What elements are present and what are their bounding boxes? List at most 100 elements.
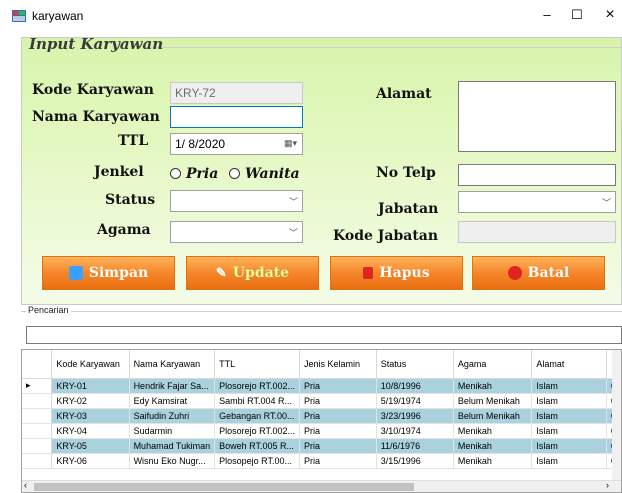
table-cell[interactable]: Plosopejo RT.00... xyxy=(214,453,300,469)
jabatan-label: Jabatan xyxy=(378,201,439,217)
table-cell[interactable]: Islam xyxy=(531,408,607,424)
scrollbar-thumb[interactable] xyxy=(34,483,414,491)
radio-wanita-label: Wanita xyxy=(245,166,300,182)
table-row[interactable]: KRY-04 Sudarmin Plosorejo RT.002... Pria… xyxy=(22,423,621,439)
table-cell[interactable]: Wisnu Eko Nugr... xyxy=(129,453,216,469)
table-cell[interactable]: Hendrik Fajar Sa... xyxy=(129,378,216,394)
radio-pria-label: Pria xyxy=(186,166,219,182)
column-header[interactable]: Status xyxy=(376,350,454,379)
table-row[interactable]: ▸ KRY-01 Hendrik Fajar Sa... Plosorejo R… xyxy=(22,378,621,394)
table-cell[interactable]: Islam xyxy=(531,378,607,394)
delete-icon xyxy=(363,267,374,279)
table-cell[interactable]: Islam xyxy=(531,438,607,454)
vertical-scrollbar[interactable] xyxy=(612,350,621,480)
table-cell[interactable]: KRY-05 xyxy=(51,438,130,454)
radio-pria[interactable]: Pria xyxy=(170,166,218,182)
table-cell[interactable]: Pria xyxy=(299,438,377,454)
table-cell[interactable]: Muhamad Tukiman xyxy=(129,438,216,454)
table-cell[interactable]: Sambi RT.004 R... xyxy=(214,393,300,409)
no-telp-field[interactable] xyxy=(458,164,616,186)
kode-karyawan-field[interactable]: KRY-72 xyxy=(170,82,303,104)
table-cell[interactable]: Menikah xyxy=(453,438,533,454)
alamat-field[interactable] xyxy=(458,81,616,152)
nama-karyawan-field[interactable] xyxy=(170,106,303,128)
radio-wanita[interactable]: Wanita xyxy=(229,166,300,182)
agama-combo[interactable]: ﹀ xyxy=(170,221,303,243)
column-header[interactable]: Alamat xyxy=(531,350,607,379)
table-cell[interactable]: KRY-03 xyxy=(51,408,130,424)
table-cell[interactable]: Edy Kamsirat xyxy=(129,393,216,409)
table-cell[interactable]: KRY-04 xyxy=(51,423,130,439)
table-cell[interactable]: Boweh RT.005 R... xyxy=(214,438,300,454)
group-divider xyxy=(142,47,621,48)
table-row[interactable]: KRY-02 Edy Kamsirat Sambi RT.004 R... Pr… xyxy=(22,393,621,409)
search-input[interactable] xyxy=(26,326,622,344)
close-button[interactable]: × xyxy=(595,4,622,26)
table-cell[interactable]: Plosorejo RT.002... xyxy=(214,378,300,394)
table-cell[interactable]: 3/15/1996 xyxy=(376,453,454,469)
table-cell[interactable]: 5/19/1974 xyxy=(376,393,454,409)
row-header xyxy=(22,393,53,409)
kode-jabatan-field[interactable] xyxy=(458,221,616,243)
update-button[interactable]: ✎ Update xyxy=(186,256,319,290)
horizontal-scrollbar[interactable]: ‹ › xyxy=(22,480,621,492)
hapus-button[interactable]: Hapus xyxy=(330,256,463,290)
karyawan-table: Kode Karyawan Nama Karyawan TTL Jenis Ke… xyxy=(22,350,621,469)
karyawan-grid[interactable]: Kode Karyawan Nama Karyawan TTL Jenis Ke… xyxy=(21,349,622,493)
minimize-button[interactable]: – xyxy=(532,4,562,26)
table-cell[interactable]: KRY-02 xyxy=(51,393,130,409)
table-cell[interactable]: KRY-06 xyxy=(51,453,130,469)
table-row[interactable]: KRY-06 Wisnu Eko Nugr... Plosopejo RT.00… xyxy=(22,453,621,469)
row-header xyxy=(22,438,53,454)
column-header[interactable]: Nama Karyawan xyxy=(129,350,216,379)
table-header-row: Kode Karyawan Nama Karyawan TTL Jenis Ke… xyxy=(22,350,621,379)
table-cell[interactable]: 3/23/1996 xyxy=(376,408,454,424)
table-row[interactable]: KRY-05 Muhamad Tukiman Boweh RT.005 R...… xyxy=(22,438,621,454)
radio-wanita-circle[interactable] xyxy=(229,168,240,179)
batal-button[interactable]: Batal xyxy=(472,256,605,290)
radio-pria-circle[interactable] xyxy=(170,168,181,179)
table-cell[interactable]: Plosorejo RT.002... xyxy=(214,423,300,439)
table-cell[interactable]: Menikah xyxy=(453,378,533,394)
table-cell[interactable]: Pria xyxy=(299,378,377,394)
column-header[interactable]: Jenis Kelamin xyxy=(299,350,377,379)
jabatan-combo[interactable]: ﹀ xyxy=(458,191,616,213)
table-cell[interactable]: KRY-01 xyxy=(51,378,130,394)
table-cell[interactable]: 11/6/1976 xyxy=(376,438,454,454)
table-cell[interactable]: Belum Menikah xyxy=(453,393,533,409)
table-cell[interactable]: Pria xyxy=(299,393,377,409)
table-cell[interactable]: Sudarmin xyxy=(129,423,216,439)
title-bar: karyawan – ☐ × xyxy=(0,0,622,31)
simpan-button[interactable]: Simpan xyxy=(42,256,175,290)
table-cell[interactable]: Menikah xyxy=(453,453,533,469)
column-header[interactable]: TTL xyxy=(214,350,300,379)
row-header xyxy=(22,453,53,469)
calendar-dropdown-icon[interactable]: ▦▾ xyxy=(284,138,297,149)
table-cell[interactable]: Pria xyxy=(299,408,377,424)
table-cell[interactable]: 10/8/1996 xyxy=(376,378,454,394)
row-header xyxy=(22,408,53,424)
table-cell[interactable]: 3/10/1974 xyxy=(376,423,454,439)
table-cell[interactable]: Islam xyxy=(531,423,607,439)
maximize-button[interactable]: ☐ xyxy=(562,4,592,26)
table-cell[interactable]: Islam xyxy=(531,453,607,469)
app-icon xyxy=(12,10,26,22)
table-cell[interactable]: Saifudin Zuhri xyxy=(129,408,216,424)
table-cell[interactable]: Belum Menikah xyxy=(453,408,533,424)
scroll-right-icon[interactable]: › xyxy=(606,480,609,490)
table-cell[interactable]: Gebangan RT.00... xyxy=(214,408,300,424)
table-cell[interactable]: Islam xyxy=(531,393,607,409)
column-header[interactable]: Kode Karyawan xyxy=(51,350,130,379)
table-cell[interactable]: Pria xyxy=(299,423,377,439)
table-cell[interactable]: Menikah xyxy=(453,423,533,439)
chevron-down-icon: ﹀ xyxy=(288,228,298,238)
column-header[interactable]: Agama xyxy=(453,350,533,379)
no-telp-label: No Telp xyxy=(376,165,436,181)
input-karyawan-group: Input Karyawan Kode Karyawan KRY-72 Nama… xyxy=(21,35,622,305)
status-combo[interactable]: ﹀ xyxy=(170,190,303,212)
scroll-left-icon[interactable]: ‹ xyxy=(24,480,27,490)
table-cell[interactable]: Pria xyxy=(299,453,377,469)
cancel-icon xyxy=(507,266,522,280)
ttl-datepicker[interactable]: 1/ 8/2020 ▦▾ xyxy=(170,133,303,155)
table-row[interactable]: KRY-03 Saifudin Zuhri Gebangan RT.00... … xyxy=(22,408,621,424)
